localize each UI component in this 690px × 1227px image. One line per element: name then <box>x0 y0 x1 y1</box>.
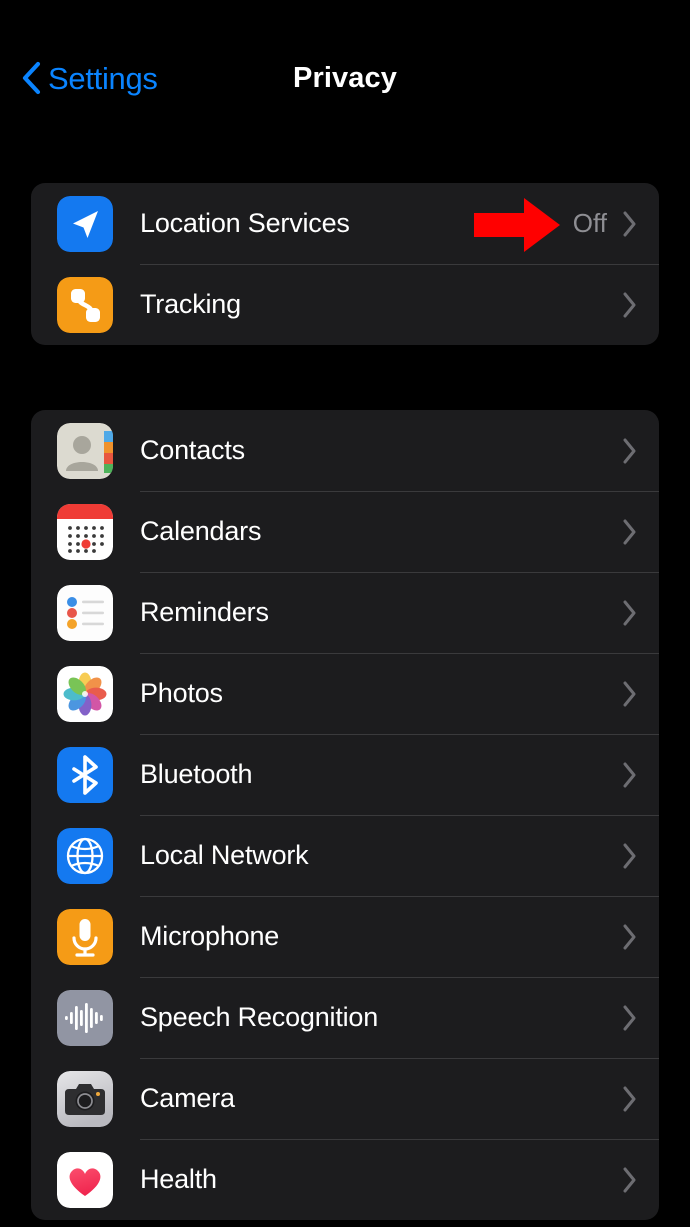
row-label: Local Network <box>140 840 309 870</box>
row-label: Camera <box>140 1083 235 1113</box>
row-microphone[interactable]: Microphone <box>31 896 659 977</box>
row-label: Speech Recognition <box>140 1002 379 1032</box>
chevron-right-icon <box>623 519 636 544</box>
calendar-icon <box>57 503 113 560</box>
location-arrow-icon <box>57 195 113 252</box>
row-local-network[interactable]: Local Network <box>31 815 659 896</box>
row-tracking[interactable]: Tracking <box>31 264 659 345</box>
row-label: Photos <box>140 678 223 708</box>
bluetooth-icon <box>57 746 113 803</box>
contacts-icon <box>57 422 113 479</box>
chevron-right-icon <box>623 681 636 706</box>
page-title: Privacy <box>293 61 397 94</box>
row-health[interactable]: Health <box>31 1139 659 1220</box>
chevron-right-icon <box>623 600 636 625</box>
chevron-right-icon <box>623 211 636 236</box>
chevron-right-icon <box>623 762 636 787</box>
row-label: Health <box>140 1164 217 1194</box>
row-location-services[interactable]: Location Services Off <box>31 183 659 264</box>
row-label: Reminders <box>140 597 269 627</box>
row-label: Microphone <box>140 921 280 951</box>
chevron-right-icon <box>623 1005 636 1030</box>
privacy-settings-screen: Settings Privacy Location Services Off T… <box>0 0 690 1227</box>
row-label: Bluetooth <box>140 759 253 789</box>
globe-icon <box>57 827 113 884</box>
chevron-right-icon <box>623 1086 636 1111</box>
row-label: Tracking <box>140 289 241 319</box>
row-contacts[interactable]: Contacts <box>31 410 659 491</box>
settings-group-apps: Contacts Calendars Reminders Photos Blue… <box>31 410 659 1220</box>
microphone-icon <box>57 908 113 965</box>
row-label: Location Services <box>140 208 350 238</box>
waveform-icon <box>57 989 113 1046</box>
camera-icon <box>57 1070 113 1127</box>
tracking-link-icon <box>57 276 113 333</box>
row-photos[interactable]: Photos <box>31 653 659 734</box>
chevron-right-icon <box>623 292 636 317</box>
chevron-right-icon <box>623 1167 636 1192</box>
row-calendars[interactable]: Calendars <box>31 491 659 572</box>
reminders-icon <box>57 584 113 641</box>
row-reminders[interactable]: Reminders <box>31 572 659 653</box>
navigation-bar: Settings Privacy <box>0 44 690 114</box>
chevron-right-icon <box>623 438 636 463</box>
row-bluetooth[interactable]: Bluetooth <box>31 734 659 815</box>
row-speech-recognition[interactable]: Speech Recognition <box>31 977 659 1058</box>
settings-group-primary: Location Services Off Tracking <box>31 183 659 345</box>
chevron-right-icon <box>623 924 636 949</box>
row-label: Contacts <box>140 435 245 465</box>
photos-icon <box>57 665 113 722</box>
row-label: Calendars <box>140 516 262 546</box>
row-camera[interactable]: Camera <box>31 1058 659 1139</box>
chevron-right-icon <box>623 843 636 868</box>
row-value: Off <box>572 208 607 238</box>
heart-icon <box>57 1151 113 1208</box>
